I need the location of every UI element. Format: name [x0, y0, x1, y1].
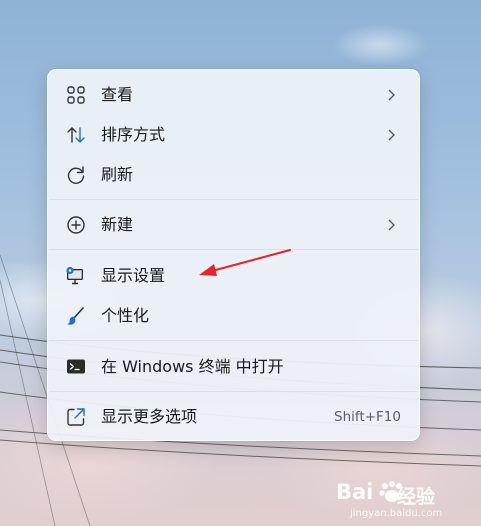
menu-item-refresh[interactable]: 刷新	[53, 157, 414, 193]
brush-icon	[65, 305, 87, 327]
menu-item-label: 在 Windows 终端 中打开	[101, 357, 284, 376]
grid-icon	[65, 84, 87, 106]
menu-item-display-settings[interactable]: 显示设置	[53, 258, 414, 294]
menu-item-label: 新建	[101, 215, 134, 234]
refresh-icon	[65, 164, 87, 186]
menu-item-personalize[interactable]: 个性化	[53, 298, 414, 334]
menu-item-label: 查看	[101, 85, 134, 104]
menu-item-sort-by[interactable]: 排序方式	[53, 117, 414, 153]
menu-item-view[interactable]: 查看	[53, 77, 414, 113]
watermark-url: jingyan.baidu.com	[350, 508, 443, 519]
menu-item-label: 显示设置	[101, 266, 166, 285]
chevron-right-icon	[388, 219, 395, 231]
menu-item-new[interactable]: 新建	[53, 207, 414, 243]
keyboard-shortcut: Shift+F10	[334, 409, 401, 425]
share-icon	[65, 406, 87, 428]
desktop-context-menu: 查看 排序方式 刷新 新建 显示设置 个性化 在 Windows 终端 中打开 …	[47, 69, 420, 441]
menu-item-label: 刷新	[101, 165, 134, 184]
menu-separator	[49, 391, 418, 392]
chevron-right-icon	[388, 89, 395, 101]
menu-separator	[49, 249, 418, 250]
menu-separator	[49, 199, 418, 200]
terminal-icon	[65, 356, 87, 378]
menu-item-label: 显示更多选项	[101, 407, 198, 426]
menu-item-label: 个性化	[101, 306, 150, 325]
display-settings-icon	[65, 265, 87, 287]
menu-item-open-in-terminal[interactable]: 在 Windows 终端 中打开	[53, 349, 414, 385]
menu-separator	[49, 340, 418, 341]
chevron-right-icon	[388, 129, 395, 141]
menu-item-show-more-options[interactable]: 显示更多选项 Shift+F10	[53, 399, 414, 435]
watermark-brand-cn: 经验	[397, 486, 436, 508]
menu-item-label: 排序方式	[101, 125, 166, 144]
sort-icon	[65, 124, 87, 146]
plus-circle-icon	[65, 214, 87, 236]
